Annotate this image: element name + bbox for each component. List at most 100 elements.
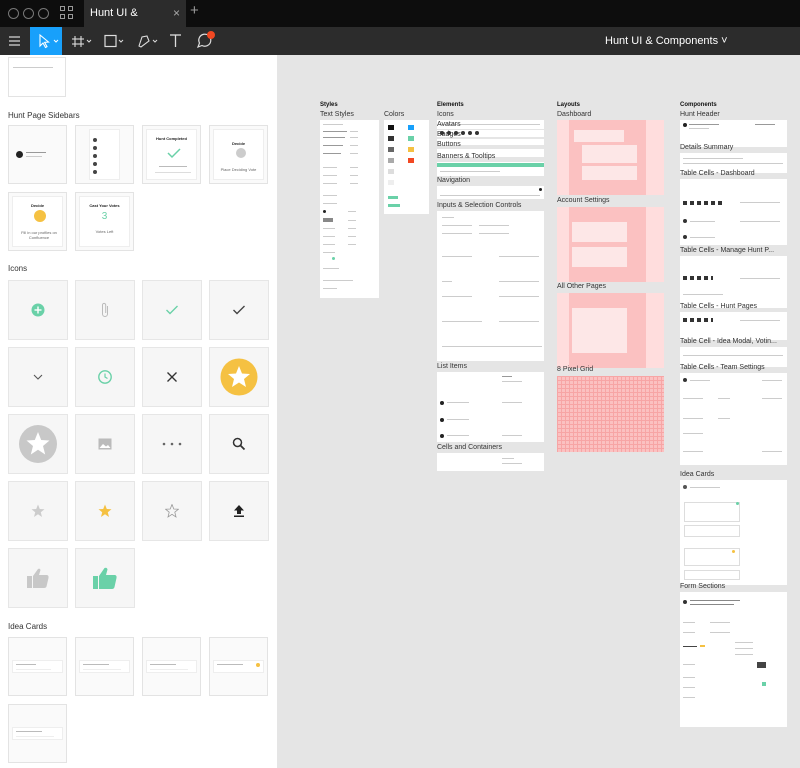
frame-label-dashboard[interactable]: Dashboard xyxy=(557,111,591,118)
asset-icon-star-badge-gray[interactable] xyxy=(8,414,68,474)
artboard-list-items[interactable] xyxy=(437,372,544,442)
artboard-table-cells-team[interactable] xyxy=(680,373,787,465)
asset-icon-add[interactable] xyxy=(8,280,68,340)
asset-icon-star-badge[interactable] xyxy=(209,347,269,407)
frame-label-list-items[interactable]: List Items xyxy=(437,363,467,370)
artboard-inputs[interactable] xyxy=(437,211,544,361)
shape-tool-button[interactable] xyxy=(100,27,130,55)
frame-label-all-other-pages[interactable]: All Other Pages xyxy=(557,283,606,290)
frame-label-form-sections[interactable]: Form Sections xyxy=(680,583,725,590)
upload-icon xyxy=(233,504,245,518)
artboard-cells[interactable] xyxy=(437,453,544,471)
search-icon xyxy=(232,437,246,451)
main-menu-button[interactable] xyxy=(0,27,30,55)
asset-thumb-idea-card-1[interactable] xyxy=(8,637,67,696)
asset-icon-star-outline[interactable] xyxy=(142,481,202,541)
artboard-table-cells-hunt[interactable] xyxy=(680,312,787,340)
asset-thumb-idea-card-5[interactable] xyxy=(8,704,67,763)
frame-label-colors[interactable]: Colors xyxy=(384,111,404,118)
asset-icon-search[interactable] xyxy=(209,414,269,474)
asset-icon-check-green[interactable] xyxy=(142,280,202,340)
artboard-8px-grid[interactable] xyxy=(557,376,664,452)
title-bar: Hunt UI & Components × + xyxy=(0,0,800,27)
asset-thumb-idea-card-3[interactable] xyxy=(142,637,201,696)
frame-label-table-cells-team[interactable]: Table Cells - Team Settings xyxy=(680,364,765,371)
maximize-window-icon[interactable] xyxy=(38,8,49,19)
asset-icon-star-gray[interactable] xyxy=(8,481,68,541)
artboard-banners[interactable] xyxy=(437,162,544,176)
asset-icon-star-yellow[interactable] xyxy=(75,481,135,541)
frame-title-elements: Elements xyxy=(437,102,464,108)
paperclip-icon xyxy=(100,302,110,318)
frame-label-account-settings[interactable]: Account Settings xyxy=(557,197,610,204)
asset-icon-check-dark[interactable] xyxy=(209,280,269,340)
frame-label-table-cells-hunt[interactable]: Table Cells - Hunt Pages xyxy=(680,303,757,310)
frame-label-idea-cards[interactable]: Idea Cards xyxy=(680,471,714,478)
tab-close-icon[interactable]: × xyxy=(173,0,180,27)
frame-label-inputs[interactable]: Inputs & Selection Controls xyxy=(437,202,521,209)
frame-label-cells[interactable]: Cells and Containers xyxy=(437,444,502,451)
frame-label-details-summary[interactable]: Details Summary xyxy=(680,144,733,151)
asset-thumb-cast-votes[interactable]: Cast Your Votes 3 Votes Left xyxy=(75,192,134,251)
artboard-idea-cards[interactable] xyxy=(680,480,787,585)
artboard-form-sections[interactable] xyxy=(680,592,787,727)
minimize-window-icon[interactable] xyxy=(23,8,34,19)
frame-label-table-cell-idea-modal[interactable]: Table Cell - Idea Modal, Votin... xyxy=(680,338,777,345)
artboard-navigation[interactable] xyxy=(437,186,544,199)
pen-tool-button[interactable] xyxy=(133,27,163,55)
asset-icon-chevron[interactable] xyxy=(8,347,68,407)
frame-label-navigation[interactable]: Navigation xyxy=(437,177,470,184)
move-tool-button[interactable] xyxy=(30,27,62,55)
asset-thumb-idea-card-2[interactable] xyxy=(75,637,134,696)
artboard-account-layout[interactable] xyxy=(557,207,664,282)
asset-thumb-user-sidebar[interactable] xyxy=(8,125,67,184)
check-green-icon xyxy=(165,304,179,316)
grid-menu-icon[interactable] xyxy=(60,6,74,20)
frame-label-table-cells-manage[interactable]: Table Cells - Manage Hunt P... xyxy=(680,247,774,254)
artboard-table-cells-manage[interactable] xyxy=(680,256,787,308)
star-outline-icon xyxy=(165,504,179,518)
asset-thumb-decide[interactable]: Decide Place Deciding Vote xyxy=(209,125,268,184)
asset-icon-thumb-green[interactable] xyxy=(75,548,135,608)
frame-tool-button[interactable] xyxy=(66,27,96,55)
section-title-idea-cards: Idea Cards xyxy=(8,622,47,631)
frame-label-text-styles[interactable]: Text Styles xyxy=(320,111,354,118)
artboard-table-cells-dashboard[interactable] xyxy=(680,179,787,245)
artboard-text-styles[interactable] xyxy=(320,120,379,298)
asset-icon-thumb-gray[interactable] xyxy=(8,548,68,608)
artboard-dashboard-layout[interactable] xyxy=(557,120,664,195)
cursor-arrow-icon xyxy=(30,27,62,55)
asset-thumb-list-sidebar[interactable] xyxy=(75,125,134,184)
asset-icon-more[interactable] xyxy=(142,414,202,474)
asset-icon-attachment[interactable] xyxy=(75,280,135,340)
text-tool-button[interactable] xyxy=(165,27,187,55)
star-circle-icon xyxy=(236,148,246,158)
close-window-icon[interactable] xyxy=(8,8,19,19)
artboard-other-pages-layout[interactable] xyxy=(557,293,664,368)
fill-profiles-label: Fill in our profiles on Confluence xyxy=(15,230,63,240)
artboard-hunt-header[interactable] xyxy=(680,120,787,147)
asset-thumb-decide-profiles[interactable]: Decide Fill in our profiles on Confluenc… xyxy=(8,192,67,251)
asset-icon-image[interactable] xyxy=(75,414,135,474)
asset-thumb-idea-card-4[interactable] xyxy=(209,637,268,696)
asset-thumb-top[interactable] xyxy=(8,57,66,97)
artboard-colors[interactable] xyxy=(384,120,429,214)
asset-icon-upload[interactable] xyxy=(209,481,269,541)
plus-circle-icon xyxy=(31,303,45,317)
document-title[interactable]: Hunt UI & Components ˅ xyxy=(605,27,728,55)
asset-icon-clock[interactable] xyxy=(75,347,135,407)
frame-label-buttons[interactable]: Buttons xyxy=(437,141,461,148)
frame-label-hunt-header[interactable]: Hunt Header xyxy=(680,111,720,118)
votes-left-label: Votes Left xyxy=(80,229,129,234)
frame-label-badges[interactable]: Badges xyxy=(437,131,461,138)
frame-label-avatars[interactable]: Avatars xyxy=(437,121,461,128)
new-tab-icon[interactable]: + xyxy=(190,2,199,19)
frame-label-pixel-grid[interactable]: 8 Pixel Grid xyxy=(557,366,593,373)
frame-label-icons[interactable]: Icons xyxy=(437,111,454,118)
asset-icon-close[interactable] xyxy=(142,347,202,407)
frame-label-banners[interactable]: Banners & Tooltips xyxy=(437,153,495,160)
frame-label-table-cells-dashboard[interactable]: Table Cells - Dashboard xyxy=(680,170,755,177)
design-canvas[interactable]: Styles Text Styles Colors xyxy=(277,55,800,768)
asset-thumb-hunt-completed[interactable]: Hunt Completed xyxy=(142,125,201,184)
tab-hunt-ui[interactable]: Hunt UI & Components xyxy=(84,0,186,27)
